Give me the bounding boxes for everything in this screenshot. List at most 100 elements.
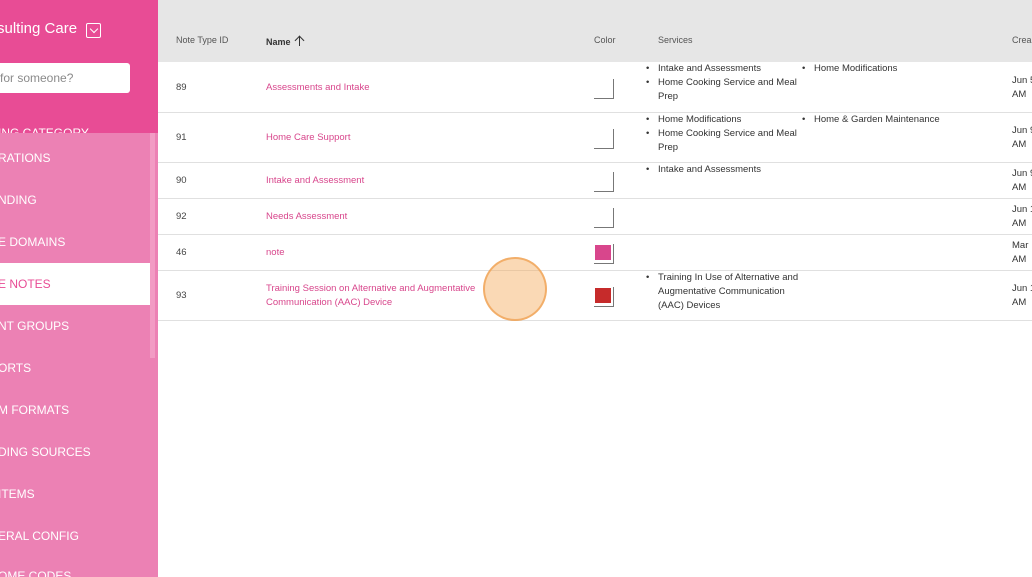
created-date-line: Jun 1 [1012,204,1032,215]
sidebar-item-label: ING CATEGORY [0,126,89,133]
sidebar-item[interactable]: DING SOURCES [0,431,151,473]
header-color[interactable]: Color [594,35,616,45]
sidebar-item[interactable]: OME CODES [0,569,151,577]
note-type-name-link[interactable]: Needs Assessment [266,210,347,224]
sidebar-scrollbar[interactable] [150,133,155,358]
note-type-name-line: Training Session on Alternative and Augm… [266,283,476,294]
sidebar-item[interactable]: ITEMS [0,473,151,515]
sidebar-item[interactable]: E DOMAINS [0,221,151,263]
sidebar-item[interactable]: E NOTES [0,263,151,305]
created-date: Jun 1 AM [1012,203,1032,231]
created-date: Jun 9 AM [1012,167,1032,195]
service-item: Home Cooking Service and Meal Prep [646,76,806,104]
service-item: Home Modifications [646,113,806,127]
sidebar-item[interactable]: NT GROUPS [0,305,151,347]
service-item: Training In Use of Alternative and Augme… [646,271,806,313]
services-list-secondary: Home Modifications [802,62,897,76]
created-date: Jun 5 AM [1012,74,1032,102]
color-swatch-fill [595,79,611,95]
org-title[interactable]: sulting Care [0,20,77,37]
note-type-name-line: note [266,247,285,258]
sidebar-item[interactable]: ING CATEGORY [0,126,151,133]
color-swatch [594,129,614,149]
note-type-id: 91 [176,132,187,143]
created-date-line: AM [1012,218,1027,229]
sidebar-item-label: ERAL CONFIG [0,529,79,543]
services-list: Intake and AssessmentsHome Cooking Servi… [646,62,806,104]
note-type-name-link[interactable]: note [266,246,285,260]
click-indicator [483,257,547,321]
created-date-line: AM [1012,254,1027,265]
color-swatch [594,78,614,99]
created-date-line: AM [1012,182,1027,193]
sidebar-item-label: NT GROUPS [0,319,70,333]
note-type-name-line: Communication (AAC) Device [266,297,393,308]
table-row[interactable]: 91 Home Care Support Home ModificationsHom… [158,113,1032,163]
note-type-name-link[interactable]: Home Care Support [266,131,350,145]
created-date: Jun 9 AM [1012,124,1032,152]
color-swatch-fill [595,173,611,188]
note-types-table: Note Type ID Name Color Services Crea 89… [158,0,1032,577]
service-item: Home Cooking Service and Meal Prep [646,127,806,155]
created-date-line: Jun 9 [1012,125,1032,136]
sidebar-item-label: ITEMS [0,487,35,501]
header-services[interactable]: Services [658,35,693,45]
note-type-name-line: Needs Assessment [266,211,348,222]
note-type-name-link[interactable]: Assessments and Intake [266,81,370,95]
sidebar-item-label: DING SOURCES [0,445,91,459]
created-date-line: AM [1012,297,1027,308]
sidebar-item-label: M FORMATS [0,403,70,417]
header-note-type-id[interactable]: Note Type ID [176,35,228,45]
header-name[interactable]: Name [266,35,305,47]
color-swatch-fill [595,209,611,224]
services-list: Training In Use of Alternative and Augme… [646,271,806,313]
color-swatch [594,287,614,307]
note-type-name-line: Assessments and Intake [266,81,370,93]
table-row[interactable]: 90 Intake and Assessment Intake and Assess… [158,163,1032,199]
created-date-line: Mar [1012,240,1029,251]
service-item: Intake and Assessments [646,163,806,177]
color-swatch [594,208,614,228]
color-swatch-fill [595,130,611,145]
sidebar-item-label: NDING [0,193,37,207]
note-type-name-line: Home Care Support [266,132,351,143]
search-input[interactable] [0,63,130,93]
sort-ascending-icon[interactable] [295,36,305,46]
header-created[interactable]: Crea [1012,35,1032,45]
color-swatch-fill [595,288,611,303]
service-item: Home Modifications [802,62,897,76]
sidebar-header: sulting Care [0,0,158,133]
note-type-name-link[interactable]: Intake and Assessment [266,174,364,188]
note-type-id: 46 [176,247,187,258]
sidebar-item-label: E NOTES [0,277,51,291]
note-type-id: 92 [176,211,187,222]
note-type-id: 89 [176,81,187,93]
sidebar-item[interactable]: RATIONS [0,137,151,179]
chevron-down-icon[interactable] [86,23,101,38]
color-swatch [594,244,614,264]
services-list: Intake and Assessments [646,163,806,177]
table-row[interactable]: 92 Needs Assessment Jun 1 AM [158,199,1032,235]
services-list-secondary: Home & Garden Maintenance [802,113,940,127]
table-row[interactable]: 89 Assessments and Intake Intake and Asses… [158,62,1032,113]
table-row[interactable]: 46 note Mar AM [158,235,1032,271]
header-name-label: Name [266,37,291,47]
created-date-line: AM [1012,88,1027,100]
note-type-id: 93 [176,290,187,301]
sidebar-item-label: OME CODES [0,569,72,577]
note-type-name-link[interactable]: Training Session on Alternative and Augm… [266,282,475,310]
sidebar-item-label: RATIONS [0,151,51,165]
sidebar-item[interactable]: NDING [0,179,151,221]
created-date-line: Jun 5 [1012,74,1032,86]
note-type-id: 90 [176,175,187,186]
sidebar-item[interactable]: ORTS [0,347,151,389]
created-date: Mar AM [1012,239,1028,267]
sidebar-item-label: ORTS [0,361,32,375]
sidebar-item[interactable]: ERAL CONFIG [0,515,151,557]
sidebar: sulting Care ING CATEGORY RATIONS NDING E D… [0,0,158,577]
sidebar-item[interactable]: M FORMATS [0,389,151,431]
table-row[interactable]: 93 Training Session on Alternative and Au… [158,271,1032,321]
sidebar-item-label: E DOMAINS [0,235,66,249]
created-date: Jun 1 AM [1012,282,1032,310]
color-swatch [594,172,614,192]
